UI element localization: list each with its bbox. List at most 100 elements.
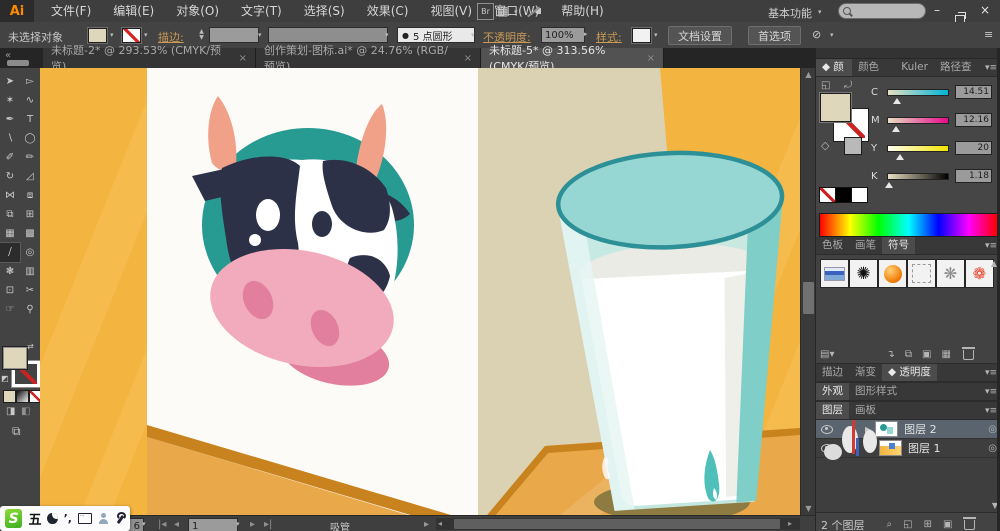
slider-c[interactable] — [887, 88, 949, 104]
fill-color-swatch[interactable] — [88, 28, 107, 43]
close-icon[interactable]: × — [464, 53, 472, 64]
draw-behind-icon[interactable]: ◧ — [21, 406, 30, 417]
no-touch-icon[interactable]: ⊘ — [812, 28, 821, 41]
next-artboard-icon[interactable]: ▸ — [250, 519, 255, 530]
value-c[interactable]: 14.51 — [955, 85, 992, 99]
rotate-tool[interactable]: ↻ — [0, 167, 20, 186]
search-input[interactable] — [854, 4, 918, 18]
gradient-tool[interactable]: ▩ — [20, 224, 40, 243]
white-swatch[interactable] — [851, 187, 868, 203]
value-k[interactable]: 1.18 — [955, 169, 992, 183]
chevron-down-icon[interactable]: ▾ — [256, 31, 264, 39]
column-graph-tool[interactable]: ▥ — [20, 262, 40, 281]
target-icon[interactable]: ◎ — [988, 443, 997, 454]
gradient-mode-button[interactable] — [16, 390, 29, 403]
scale-tool[interactable]: ◿ — [20, 167, 40, 186]
artwork[interactable] — [40, 68, 800, 515]
symbol-frame[interactable] — [907, 259, 936, 288]
swap-fill-stroke-icon[interactable]: ⇄ — [27, 342, 34, 351]
tab-color-guide[interactable]: 颜色参考 — [852, 59, 895, 90]
arrange-documents-icon[interactable]: ▦ — [497, 4, 508, 18]
tab-artboards[interactable]: 画板 — [849, 402, 882, 419]
chevron-down-icon[interactable]: ▾ — [512, 8, 520, 16]
ime-settings-icon[interactable] — [114, 511, 127, 525]
last-color-swatch[interactable] — [844, 137, 862, 155]
close-icon[interactable]: × — [647, 53, 655, 64]
tab-color[interactable]: ◆ 颜色 — [816, 59, 853, 90]
zoom-tool[interactable]: ⚲ — [20, 300, 40, 319]
symbol-sprayer-tool[interactable]: ❃ — [0, 262, 20, 281]
bridge-icon[interactable]: Br — [477, 3, 494, 20]
blend-tool[interactable]: ◎ — [20, 243, 40, 262]
tab-graphic-styles[interactable]: 图形样式 — [849, 383, 903, 400]
ime-fullhalf-icon[interactable] — [47, 513, 58, 524]
tab-kuler[interactable]: Kuler — [895, 59, 934, 76]
artboard-tool[interactable]: ⊡ — [0, 281, 20, 300]
workspace-switcher[interactable]: 基本功能 — [768, 5, 812, 21]
symbol-ink-splat[interactable]: ✺ — [849, 259, 878, 288]
chevron-down-icon[interactable]: ▾ — [469, 31, 477, 39]
none-swatch[interactable] — [819, 187, 836, 203]
artboard-number-field[interactable]: 1 — [188, 518, 238, 531]
doc-tab-2[interactable]: 创作策划-图标.ai* @ 24.76% (RGB/预览) × — [256, 44, 481, 73]
no-sync-icon[interactable] — [530, 7, 541, 15]
ellipse-tool[interactable]: ◯ — [20, 129, 40, 148]
new-sublayer-icon[interactable]: ⊞ — [924, 519, 932, 530]
menu-select[interactable]: 选择(S) — [293, 0, 356, 22]
scroll-left-icon[interactable]: ◂ — [438, 519, 442, 528]
chevron-down-icon[interactable]: ▾ — [652, 31, 660, 39]
color-mode-button[interactable] — [3, 390, 16, 403]
scroll-right-icon[interactable]: ▸ — [788, 519, 792, 528]
status-menu-icon[interactable]: ▸ — [424, 519, 429, 530]
style-swatch[interactable] — [632, 28, 651, 43]
lasso-tool[interactable]: ∿ — [20, 91, 40, 110]
ime-account-icon[interactable] — [98, 513, 108, 524]
mesh-tool[interactable]: ▦ — [0, 224, 20, 243]
horizontal-scroll-thumb[interactable] — [454, 519, 780, 529]
menu-object[interactable]: 对象(O) — [165, 0, 230, 22]
menu-effect[interactable]: 效果(C) — [356, 0, 420, 22]
fill-proxy-swatch[interactable] — [820, 93, 851, 122]
value-m[interactable]: 12.16 — [955, 113, 992, 127]
tab-transparency[interactable]: ◆ 透明度 — [882, 364, 937, 381]
new-symbol-icon[interactable]: ▦ — [941, 349, 950, 360]
prev-artboard-icon[interactable]: ◂ — [174, 519, 179, 530]
target-icon[interactable]: ◎ — [988, 424, 997, 435]
vertical-scrollbar[interactable]: ▲ ▼ — [800, 68, 816, 515]
shape-builder-tool[interactable]: ⧉ — [0, 205, 20, 224]
break-link-icon[interactable]: ⧉ — [905, 349, 912, 360]
last-artboard-icon[interactable]: ▸| — [264, 519, 272, 530]
pencil-tool[interactable]: ✏ — [20, 148, 40, 167]
chevron-right-icon[interactable]: ▸ — [582, 30, 590, 38]
minimize-button[interactable]: – — [926, 1, 948, 19]
close-button[interactable]: × — [974, 1, 996, 19]
preferences-button[interactable]: 首选项 — [748, 26, 801, 45]
tab-symbols[interactable]: 符号 — [882, 237, 915, 254]
scroll-down-icon[interactable]: ▼ — [801, 504, 816, 513]
brush-definition[interactable]: ● 5 点圆形 — [397, 27, 475, 43]
ime-punctuation-icon[interactable]: ’, — [64, 512, 72, 525]
tab-appearance[interactable]: 外观 — [816, 383, 849, 400]
scroll-up-icon[interactable]: ▲ — [801, 70, 816, 79]
doc-tab-1[interactable]: 未标题-2* @ 293.53% (CMYK/预览) × — [43, 44, 256, 73]
stroke-weight-field[interactable] — [209, 27, 259, 43]
chevron-down-icon[interactable]: ▾ — [828, 31, 836, 39]
default-fill-stroke-icon[interactable]: ◩ — [1, 374, 9, 383]
variable-width-profile[interactable] — [268, 27, 388, 43]
panel-menu-icon[interactable]: ≡ — [984, 28, 993, 41]
tab-gradient[interactable]: 渐变 — [849, 364, 882, 381]
symbol-blue-gradient[interactable] — [820, 259, 849, 288]
visibility-icon[interactable] — [821, 424, 833, 434]
tab-layers[interactable]: 图层 — [816, 402, 849, 419]
layer-name[interactable]: 图层 1 — [908, 440, 941, 456]
ime-mode[interactable]: 五 — [28, 509, 41, 528]
stroke-color-swatch[interactable] — [122, 28, 141, 43]
ime-logo[interactable]: S — [5, 509, 23, 528]
clipping-mask-icon[interactable]: ◱ — [903, 519, 912, 530]
zoom-dropdown-icon[interactable]: ▾ — [140, 520, 148, 528]
value-y[interactable]: 20 — [955, 141, 992, 155]
symbol-libraries-icon[interactable]: ▤▾ — [820, 349, 834, 360]
toolbar-fill-swatch[interactable] — [3, 347, 27, 369]
chevron-down-icon[interactable]: ▾ — [108, 31, 116, 39]
locate-object-icon[interactable]: ⌕ — [887, 519, 893, 530]
